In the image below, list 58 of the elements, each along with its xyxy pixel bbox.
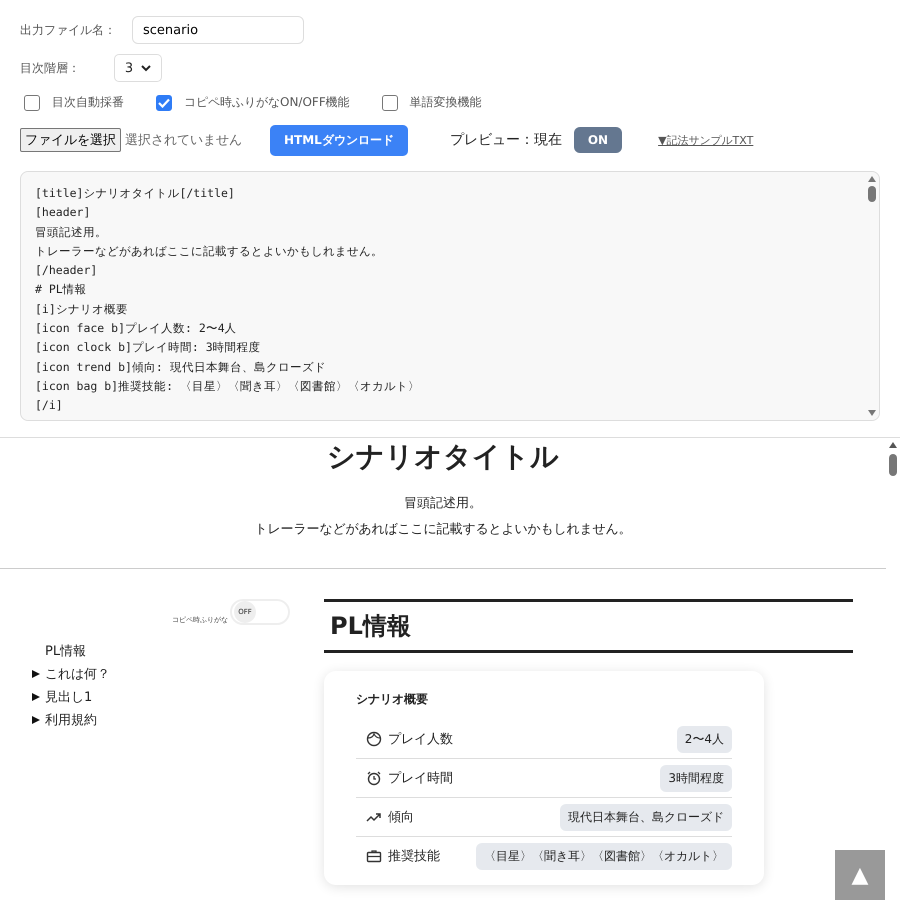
face-icon — [366, 731, 382, 747]
toc-depth-select[interactable]: 3 — [114, 54, 162, 82]
toc-depth-label: 目次階層： — [20, 60, 81, 76]
markup-editor[interactable] — [20, 171, 880, 421]
row-label: 傾向 — [388, 809, 414, 826]
code-line: [header] — [35, 204, 90, 222]
preview-label: プレビュー：現在 — [450, 131, 562, 149]
code-line: [icon trend b]傾向: 現代日本舞台、島クローズド — [35, 358, 326, 376]
code-line: [icon bag b]推奨技能: 〈目星〉〈聞き耳〉〈図書館〉〈オカルト〉 — [35, 378, 420, 395]
checkbox[interactable] — [382, 94, 398, 110]
alarm-clock-icon — [366, 770, 382, 786]
code-line: # PL情報 — [35, 281, 87, 298]
preview-toggle[interactable]: ON — [574, 127, 622, 153]
code-line: トレーラーなどがあればここに記載するとよいかもしれません。 — [35, 242, 383, 260]
row-label: 推奨技能 — [388, 848, 440, 865]
filename-field[interactable]: scenario — [132, 16, 304, 44]
value-chip: 2〜4人 — [676, 726, 732, 752]
download-button[interactable]: HTMLダウンロード — [270, 124, 408, 156]
chevron-down-icon — [141, 64, 152, 72]
toc-link[interactable]: PL情報 — [45, 642, 86, 660]
row-label: プレイ時間 — [388, 770, 453, 787]
scrollbar-thumb[interactable] — [868, 186, 876, 202]
section-heading: PL情報 — [324, 599, 853, 653]
filename-label: 出力ファイル名： — [20, 22, 116, 38]
scroll-up-icon[interactable] — [889, 442, 897, 448]
toc-link[interactable]: 見出し1 — [45, 688, 92, 706]
card-title: シナリオ概要 — [356, 691, 429, 708]
code-line: [/i] — [35, 397, 63, 414]
checkbox-label: 単語変換機能 — [410, 94, 482, 111]
code-line: [/header] — [35, 262, 98, 280]
code-line: [icon face b]プレイ人数: 2〜4人 — [35, 320, 237, 338]
scroll-up-icon[interactable] — [868, 176, 876, 182]
expand-arrow-icon[interactable] — [32, 692, 40, 700]
scroll-down-icon[interactable] — [868, 410, 876, 416]
code-line: [icon clock b]プレイ時間: 3時間程度 — [35, 339, 261, 356]
toc-link[interactable]: これは何？ — [45, 664, 110, 682]
briefcase-icon — [366, 848, 382, 864]
expand-arrow-icon[interactable] — [32, 670, 40, 678]
header-text: 冒頭記述用。 — [404, 495, 482, 512]
file-status-text: 選択されていません — [125, 132, 242, 149]
code-line: 冒頭記述用。 — [35, 224, 107, 241]
checkbox[interactable] — [24, 94, 40, 110]
choose-file-button[interactable]: ファイルを選択 — [20, 128, 121, 152]
toc-link[interactable]: 利用規約 — [45, 710, 97, 728]
checkbox-label: コピペ時ふりがなON/OFF機能 — [184, 94, 350, 111]
checkbox-label: 目次自動採番 — [52, 94, 124, 111]
sample-link[interactable]: ▼記法サンプルTXT — [658, 132, 754, 148]
row-label: プレイ人数 — [388, 731, 453, 748]
scenario-title: シナリオタイトル — [327, 439, 559, 475]
value-chip: 現代日本舞台、島クローズド — [560, 804, 732, 830]
expand-arrow-icon[interactable] — [32, 716, 40, 724]
value-chip: 3時間程度 — [660, 764, 732, 792]
checkbox[interactable] — [156, 94, 172, 110]
header-text: トレーラーなどがあればここに記載するとよいかもしれません。 — [254, 521, 632, 538]
scrollbar-thumb[interactable] — [889, 454, 897, 476]
code-line: [title]シナリオタイトル[/title] — [35, 185, 235, 202]
value-chip: 〈目星〉〈聞き耳〉〈図書館〉〈オカルト〉 — [476, 842, 732, 870]
code-line: [i]シナリオ概要 — [35, 300, 128, 318]
